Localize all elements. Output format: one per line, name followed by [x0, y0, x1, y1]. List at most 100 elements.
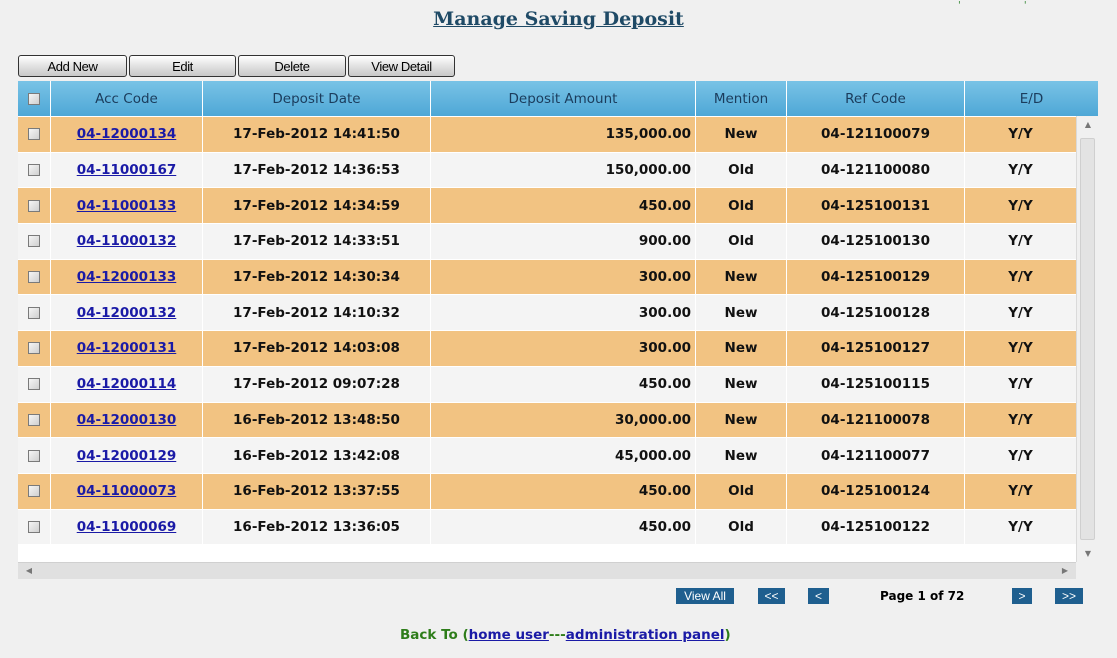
page-info: Page 1 of 72 [880, 589, 965, 603]
table-row[interactable]: 04-12000129 16-Feb-2012 13:42:08 45,000.00… [18, 437, 1076, 473]
ref-code-cell: 04-125100129 [787, 259, 965, 295]
mention-cell: New [696, 295, 787, 331]
acc-code-link[interactable]: 04-12000133 [77, 269, 177, 285]
select-all-checkbox[interactable] [28, 92, 40, 105]
acc-code-link[interactable]: 04-12000114 [77, 376, 177, 392]
row-checkbox[interactable] [28, 449, 40, 462]
row-select-cell [18, 331, 51, 366]
acc-code-cell: 04-12000130 [51, 402, 203, 438]
last-page-button[interactable]: >> [1055, 588, 1083, 604]
acc-code-cell: 04-12000114 [51, 366, 203, 402]
ref-code-cell: 04-125100131 [787, 188, 965, 224]
ed-cell: Y/Y [1008, 269, 1033, 286]
table-row[interactable]: 04-12000114 17-Feb-2012 09:07:28 450.00 New… [18, 365, 1076, 402]
page-title: Manage Saving Deposit [433, 8, 684, 30]
horizontal-scrollbar[interactable]: ◀ ▶ [18, 562, 1076, 579]
row-select-cell [18, 438, 51, 473]
acc-code-cell: 04-11000069 [51, 509, 203, 545]
row-select-cell [18, 152, 51, 188]
vertical-scroll-thumb[interactable] [1080, 138, 1095, 540]
mention-cell: New [696, 331, 787, 366]
table-row[interactable]: 04-12000134 17-Feb-2012 14:41:50 135,000.0… [18, 116, 1076, 152]
table-row[interactable]: 04-11000133 17-Feb-2012 14:34:59 450.00 Old… [18, 187, 1076, 224]
acc-code-link[interactable]: 04-11000069 [77, 519, 177, 535]
row-checkbox[interactable] [28, 235, 40, 248]
deposit-date-cell: 17-Feb-2012 14:34:59 [203, 188, 431, 224]
header-acc-code[interactable]: Acc Code [51, 81, 203, 116]
row-checkbox[interactable] [28, 128, 40, 141]
table-row[interactable]: 04-11000167 17-Feb-2012 14:36:53 150,000.0… [18, 151, 1076, 188]
acc-code-link[interactable]: 04-12000134 [77, 126, 177, 142]
acc-code-link[interactable]: 04-12000132 [77, 305, 177, 321]
administration-panel-link[interactable]: administration panel [566, 627, 725, 643]
row-checkbox[interactable] [28, 271, 40, 284]
ref-code-cell: 04-121100079 [787, 117, 965, 152]
add-new-button[interactable]: Add New [18, 55, 127, 77]
table-row[interactable]: 04-12000132 17-Feb-2012 14:10:32 300.00 New… [18, 294, 1076, 331]
row-select-cell [18, 366, 51, 402]
back-to-separator: --- [548, 627, 566, 643]
mention-cell: New [696, 366, 787, 402]
row-checkbox[interactable] [28, 342, 40, 355]
row-select-cell [18, 224, 51, 259]
ref-code-cell: 04-125100124 [787, 473, 965, 509]
table-row[interactable]: 04-11000069 16-Feb-2012 13:36:05 450.00 Old… [18, 508, 1076, 545]
deposit-amount-cell: 45,000.00 [431, 438, 696, 473]
mention-cell: New [696, 117, 787, 152]
ref-code-cell: 04-125100115 [787, 366, 965, 402]
table-row[interactable]: 04-12000133 17-Feb-2012 14:30:34 300.00 New… [18, 258, 1076, 295]
acc-code-cell: 04-12000132 [51, 295, 203, 331]
table-row[interactable]: 04-11000132 17-Feb-2012 14:33:51 900.00 Old… [18, 223, 1076, 259]
table-row[interactable]: 04-12000131 17-Feb-2012 14:03:08 300.00 New… [18, 330, 1076, 366]
view-detail-button[interactable]: View Detail [348, 55, 455, 77]
header-ed[interactable]: E/D [965, 81, 1098, 116]
view-all-button[interactable]: View All [676, 588, 734, 604]
deposit-amount-cell: 300.00 [431, 295, 696, 331]
acc-code-link[interactable]: 04-11000133 [77, 198, 177, 214]
deposit-date-cell: 16-Feb-2012 13:42:08 [203, 438, 431, 473]
triangle-down-icon[interactable]: ▼ [1077, 549, 1098, 558]
deposit-amount-cell: 30,000.00 [431, 402, 696, 438]
row-checkbox[interactable] [28, 199, 40, 212]
acc-code-cell: 04-11000133 [51, 188, 203, 224]
row-checkbox[interactable] [28, 378, 40, 391]
first-page-button[interactable]: << [758, 588, 785, 604]
edit-button[interactable]: Edit [129, 55, 236, 77]
header-ref-code[interactable]: Ref Code [787, 81, 965, 116]
acc-code-cell: 04-11000167 [51, 152, 203, 188]
row-checkbox[interactable] [28, 164, 40, 177]
table-row[interactable]: 04-11000073 16-Feb-2012 13:37:55 450.00 Old… [18, 472, 1076, 509]
prev-page-button[interactable]: < [808, 588, 829, 604]
acc-code-link[interactable]: 04-11000073 [77, 483, 177, 499]
row-checkbox[interactable] [28, 413, 40, 426]
row-checkbox[interactable] [28, 485, 40, 498]
triangle-up-icon[interactable]: ▲ [1077, 120, 1098, 129]
ref-code-cell: 04-125100128 [787, 295, 965, 331]
triangle-right-icon[interactable]: ▶ [1054, 566, 1076, 575]
acc-code-link[interactable]: 04-12000130 [77, 412, 177, 428]
acc-code-link[interactable]: 04-11000167 [77, 162, 177, 178]
row-checkbox[interactable] [28, 306, 40, 319]
deposit-date-cell: 17-Feb-2012 14:10:32 [203, 295, 431, 331]
header-mention[interactable]: Mention [696, 81, 787, 116]
acc-code-cell: 04-12000134 [51, 117, 203, 152]
triangle-left-icon[interactable]: ◀ [18, 566, 40, 575]
deposit-amount-cell: 135,000.00 [431, 117, 696, 152]
grid-rows: 04-12000134 17-Feb-2012 14:41:50 135,000.0… [18, 116, 1076, 545]
header-deposit-date[interactable]: Deposit Date [203, 81, 431, 116]
deposit-amount-cell: 900.00 [431, 224, 696, 259]
vertical-scrollbar[interactable]: ▲ ▼ [1076, 116, 1098, 562]
row-checkbox[interactable] [28, 520, 40, 533]
table-row[interactable]: 04-12000130 16-Feb-2012 13:48:50 30,000.00… [18, 401, 1076, 438]
ed-cell: Y/Y [1008, 197, 1033, 214]
delete-button[interactable]: Delete [238, 55, 346, 77]
home-user-link[interactable]: home user [469, 627, 549, 643]
acc-code-link[interactable]: 04-12000131 [77, 340, 177, 356]
ed-cell: Y/Y [1008, 162, 1033, 179]
deposit-date-cell: 17-Feb-2012 14:33:51 [203, 224, 431, 259]
acc-code-link[interactable]: 04-11000132 [77, 233, 177, 249]
acc-code-cell: 04-12000131 [51, 331, 203, 366]
acc-code-link[interactable]: 04-12000129 [77, 448, 177, 464]
header-deposit-amount[interactable]: Deposit Amount [431, 81, 696, 116]
next-page-button[interactable]: > [1012, 588, 1032, 604]
